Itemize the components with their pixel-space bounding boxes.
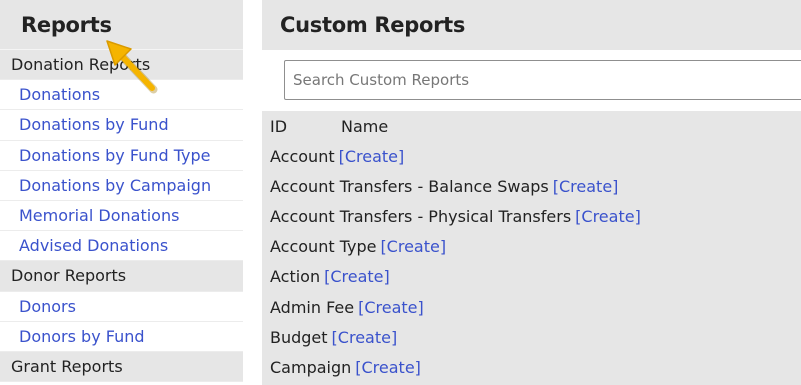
table-row: Account Transfers - Balance Swaps [Create… bbox=[262, 171, 801, 201]
report-name: Campaign bbox=[270, 357, 352, 377]
create-report-link[interactable]: [Create] bbox=[380, 237, 446, 256]
reports-sidebar: Reports Donation Reports Donations Donatio… bbox=[0, 0, 243, 385]
sidebar-link-donations[interactable]: Donations bbox=[0, 80, 243, 111]
panel-header: Custom Reports bbox=[262, 0, 801, 50]
sidebar-link-donations-by-fund[interactable]: Donations by Fund bbox=[0, 110, 243, 141]
table-row: Admin Fee [Create] bbox=[262, 292, 801, 322]
table-row: Action [Create] bbox=[262, 262, 801, 292]
report-name: Account Transfers - Physical Transfers bbox=[270, 206, 572, 226]
table-row: Budget [Create] bbox=[262, 322, 801, 352]
sidebar-header: Reports bbox=[0, 0, 243, 50]
sidebar-section-donor-reports: Donor Reports bbox=[0, 261, 243, 292]
table-row: Account Transfers - Physical Transfers [C… bbox=[262, 201, 801, 231]
sidebar-list: Donation Reports Donations Donations by Fu… bbox=[0, 50, 243, 383]
report-name: Account Transfers - Balance Swaps bbox=[270, 176, 549, 196]
report-name: Admin Fee bbox=[270, 297, 355, 317]
sidebar-link-memorial-donations[interactable]: Memorial Donations bbox=[0, 200, 243, 232]
report-name: Account Type bbox=[270, 237, 377, 257]
create-report-link[interactable]: [Create] bbox=[332, 328, 398, 347]
sidebar-title: Reports bbox=[21, 12, 112, 37]
search-input[interactable] bbox=[284, 60, 801, 100]
search-bar bbox=[262, 50, 801, 111]
table-row: Campaign [Create] bbox=[262, 352, 801, 382]
sidebar-section-grant-reports: Grant Reports bbox=[0, 351, 243, 383]
table-header: ID Name bbox=[262, 111, 801, 141]
report-name: Action bbox=[270, 267, 321, 287]
table-row: Account Type [Create] bbox=[262, 232, 801, 262]
report-name: Account bbox=[270, 146, 335, 166]
sidebar-link-advised-donations[interactable]: Advised Donations bbox=[0, 231, 243, 262]
create-report-link[interactable]: [Create] bbox=[358, 298, 424, 317]
sidebar-link-donors[interactable]: Donors bbox=[0, 291, 243, 322]
report-name: Budget bbox=[270, 327, 328, 347]
sidebar-link-donors-by-fund[interactable]: Donors by Fund bbox=[0, 321, 243, 352]
create-report-link[interactable]: [Create] bbox=[324, 267, 390, 286]
custom-reports-panel: Custom Reports ID Name Account[Create]Ac… bbox=[262, 0, 801, 385]
page-title: Custom Reports bbox=[280, 13, 466, 37]
column-header-name: Name bbox=[341, 116, 389, 136]
sidebar-link-donations-by-fund-type[interactable]: Donations by Fund Type bbox=[0, 140, 243, 171]
create-report-link[interactable]: [Create] bbox=[339, 147, 405, 166]
create-report-link[interactable]: [Create] bbox=[553, 177, 619, 196]
report-list: Account [Create] Account Transfers - Balan… bbox=[262, 141, 801, 383]
sidebar-section-donation-reports: Donation Reports bbox=[0, 50, 243, 81]
sidebar-link-donations-by-campaign[interactable]: Donations by Campaign bbox=[0, 170, 243, 201]
create-report-link[interactable]: [Create] bbox=[575, 207, 641, 226]
create-report-link[interactable]: [Create] bbox=[355, 358, 421, 377]
column-header-id: ID bbox=[270, 116, 288, 136]
table-row: Account [Create] bbox=[262, 141, 801, 171]
